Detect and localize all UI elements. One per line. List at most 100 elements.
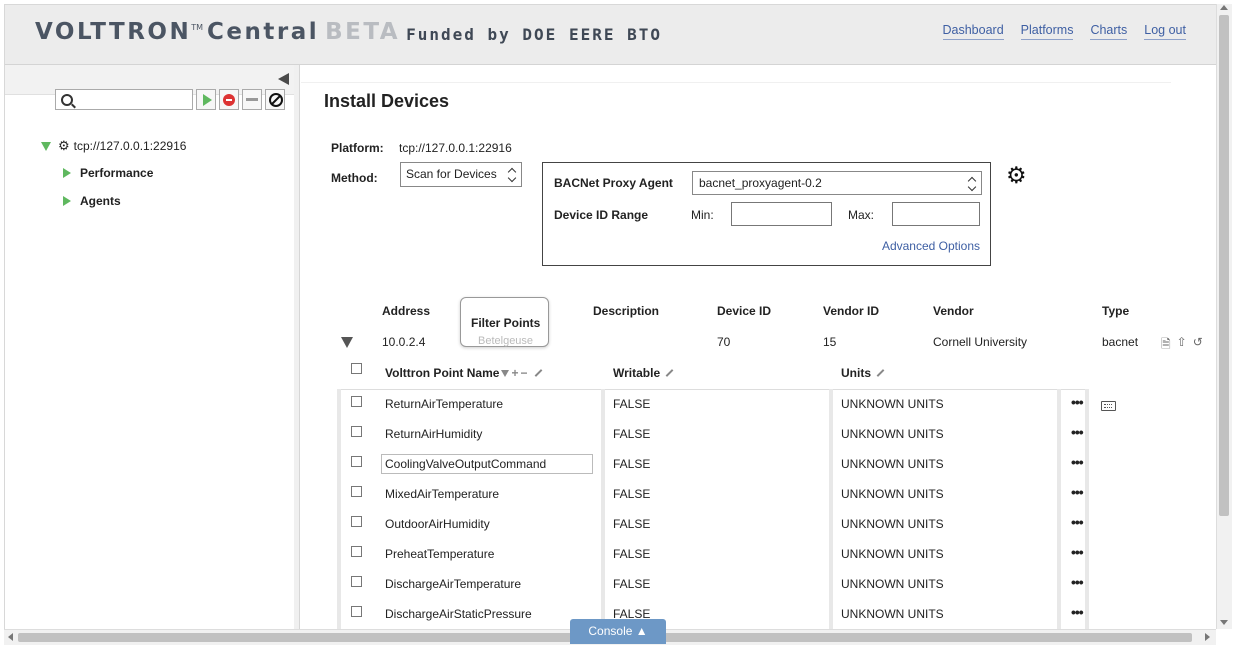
expand-down-icon[interactable] <box>41 141 51 151</box>
sidebar-divider[interactable] <box>294 65 300 629</box>
row-checkbox[interactable] <box>351 606 362 617</box>
min-id-input[interactable] <box>731 202 832 226</box>
edit-icon[interactable] <box>876 369 885 377</box>
row-checkbox[interactable] <box>351 396 362 407</box>
device-actions: 🗎 ⇧ ↺ <box>1161 335 1203 356</box>
units-cell[interactable]: UNKNOWN UNITS <box>841 517 944 531</box>
gear-icon[interactable]: ⚙ <box>1006 164 1027 187</box>
select-all-checkbox[interactable] <box>351 363 362 374</box>
table-row[interactable]: ReturnAirHumidity FALSE UNKNOWN UNITS ••… <box>337 419 1089 449</box>
table-row[interactable]: ReturnAirTemperature FALSE UNKNOWN UNITS… <box>337 389 1089 419</box>
writable-cell[interactable]: FALSE <box>613 427 650 441</box>
table-row[interactable]: CoolingValveOutputCommand FALSE UNKNOWN … <box>337 449 1089 479</box>
units-cell[interactable]: UNKNOWN UNITS <box>841 397 944 411</box>
nav-charts[interactable]: Charts <box>1090 23 1128 40</box>
tree-item-agents[interactable]: Agents <box>63 194 121 208</box>
point-name-cell[interactable]: PreheatTemperature <box>385 547 494 561</box>
proxy-agent-select[interactable]: bacnet_proxyagent-0.2 <box>692 171 982 195</box>
writable-cell[interactable]: FALSE <box>613 397 650 411</box>
writable-cell[interactable]: FALSE <box>613 487 650 501</box>
tree-item-label: Performance <box>80 166 154 180</box>
units-cell[interactable]: UNKNOWN UNITS <box>841 487 944 501</box>
expand-right-icon[interactable] <box>63 168 71 178</box>
expand-right-icon[interactable] <box>63 196 71 206</box>
nav-platforms[interactable]: Platforms <box>1020 23 1074 40</box>
writable-cell[interactable]: FALSE <box>613 577 650 591</box>
point-name-cell[interactable]: ReturnAirTemperature <box>385 397 503 411</box>
units-cell[interactable]: UNKNOWN UNITS <box>841 457 944 471</box>
writable-cell[interactable]: FALSE <box>613 457 650 471</box>
nav-logout[interactable]: Log out <box>1144 23 1186 40</box>
more-options-icon[interactable]: ••• <box>1071 424 1084 440</box>
point-name-cell[interactable]: DischargeAirTemperature <box>385 577 521 591</box>
search-input[interactable] <box>76 91 192 109</box>
table-row[interactable]: PreheatTemperature FALSE UNKNOWN UNITS •… <box>337 539 1089 569</box>
more-options-icon[interactable]: ••• <box>1071 454 1084 470</box>
more-options-icon[interactable]: ••• <box>1071 604 1084 620</box>
edit-icon[interactable] <box>665 369 674 377</box>
table-row[interactable]: OutdoorAirHumidity FALSE UNKNOWN UNITS •… <box>337 509 1089 539</box>
scroll-left-icon[interactable] <box>8 633 13 641</box>
point-name-cell[interactable]: MixedAirTemperature <box>385 487 499 501</box>
tree-item-performance[interactable]: Performance <box>63 166 153 180</box>
scroll-down-icon[interactable] <box>1220 620 1228 625</box>
brand-beta: BETA <box>325 19 401 45</box>
row-checkbox[interactable] <box>351 456 362 467</box>
point-name-cell[interactable]: ReturnAirHumidity <box>385 427 482 441</box>
max-id-input[interactable] <box>892 202 980 226</box>
more-options-icon[interactable]: ••• <box>1071 574 1084 590</box>
more-options-icon[interactable]: ••• <box>1071 484 1084 500</box>
vertical-scrollbar[interactable] <box>1216 4 1232 629</box>
clear-filter-button[interactable] <box>265 89 285 110</box>
point-name-edit-input[interactable]: CoolingValveOutputCommand <box>381 454 593 474</box>
scroll-right-icon[interactable] <box>1205 633 1210 641</box>
nav-dashboard[interactable]: Dashboard <box>942 23 1004 40</box>
remove-column-icon[interactable]: − <box>520 366 527 380</box>
point-name-cell[interactable]: DischargeAirStaticPressure <box>385 607 532 621</box>
scan-options-panel: BACNet Proxy Agent bacnet_proxyagent-0.2… <box>542 162 991 266</box>
units-cell[interactable]: UNKNOWN UNITS <box>841 607 944 621</box>
console-toggle-button[interactable]: Console ▲ <box>570 619 666 644</box>
point-name-cell[interactable]: OutdoorAirHumidity <box>385 517 490 531</box>
writable-cell[interactable]: FALSE <box>613 517 650 531</box>
units-cell[interactable]: UNKNOWN UNITS <box>841 427 944 441</box>
advanced-options-link[interactable]: Advanced Options <box>882 239 980 253</box>
more-options-icon[interactable]: ••• <box>1071 394 1084 410</box>
collapse-sidebar-icon[interactable] <box>278 73 289 85</box>
table-row[interactable]: MixedAirTemperature FALSE UNKNOWN UNITS … <box>337 479 1089 509</box>
row-checkbox[interactable] <box>351 576 362 587</box>
remove-agents-button[interactable] <box>242 89 262 110</box>
platform-value: tcp://127.0.0.1:22916 <box>399 141 512 155</box>
tree-platform-node[interactable]: ⚙ tcp://127.0.0.1:22916 <box>41 138 186 154</box>
writable-cell[interactable]: FALSE <box>613 547 650 561</box>
table-row[interactable]: DischargeAirTemperature FALSE UNKNOWN UN… <box>337 569 1089 599</box>
row-checkbox[interactable] <box>351 426 362 437</box>
stop-agents-button[interactable] <box>219 89 239 110</box>
filter-icon[interactable] <box>501 369 510 377</box>
brand-central: Central <box>207 19 320 45</box>
platform-search[interactable] <box>55 89 193 110</box>
add-column-icon[interactable]: + <box>511 366 518 380</box>
edit-icon[interactable] <box>535 369 543 377</box>
keyboard-icon[interactable] <box>1101 401 1116 411</box>
file-icon[interactable]: 🗎 <box>1161 335 1171 356</box>
refresh-icon[interactable]: ↺ <box>1193 335 1203 356</box>
vendor-id-value: 15 <box>823 335 837 349</box>
upload-icon[interactable]: ⇧ <box>1177 335 1187 356</box>
start-agents-button[interactable] <box>196 89 216 110</box>
more-options-icon[interactable]: ••• <box>1071 544 1084 560</box>
units-cell[interactable]: UNKNOWN UNITS <box>841 547 944 561</box>
col-writable-label: Writable <box>613 366 661 380</box>
table-row[interactable]: DischargeAirStaticPressure FALSE UNKNOWN… <box>337 599 1089 629</box>
row-checkbox[interactable] <box>351 546 362 557</box>
method-select[interactable]: Scan for Devices <box>400 162 522 187</box>
units-cell[interactable]: UNKNOWN UNITS <box>841 577 944 591</box>
top-nav: Dashboard Platforms Charts Log out <box>942 23 1186 40</box>
collapse-device-icon[interactable] <box>341 337 353 348</box>
more-options-icon[interactable]: ••• <box>1071 514 1084 530</box>
vendor-value: Cornell University <box>933 335 1028 349</box>
row-checkbox[interactable] <box>351 486 362 497</box>
vertical-scroll-thumb[interactable] <box>1219 15 1229 516</box>
scroll-up-icon[interactable] <box>1220 5 1228 10</box>
row-checkbox[interactable] <box>351 516 362 527</box>
